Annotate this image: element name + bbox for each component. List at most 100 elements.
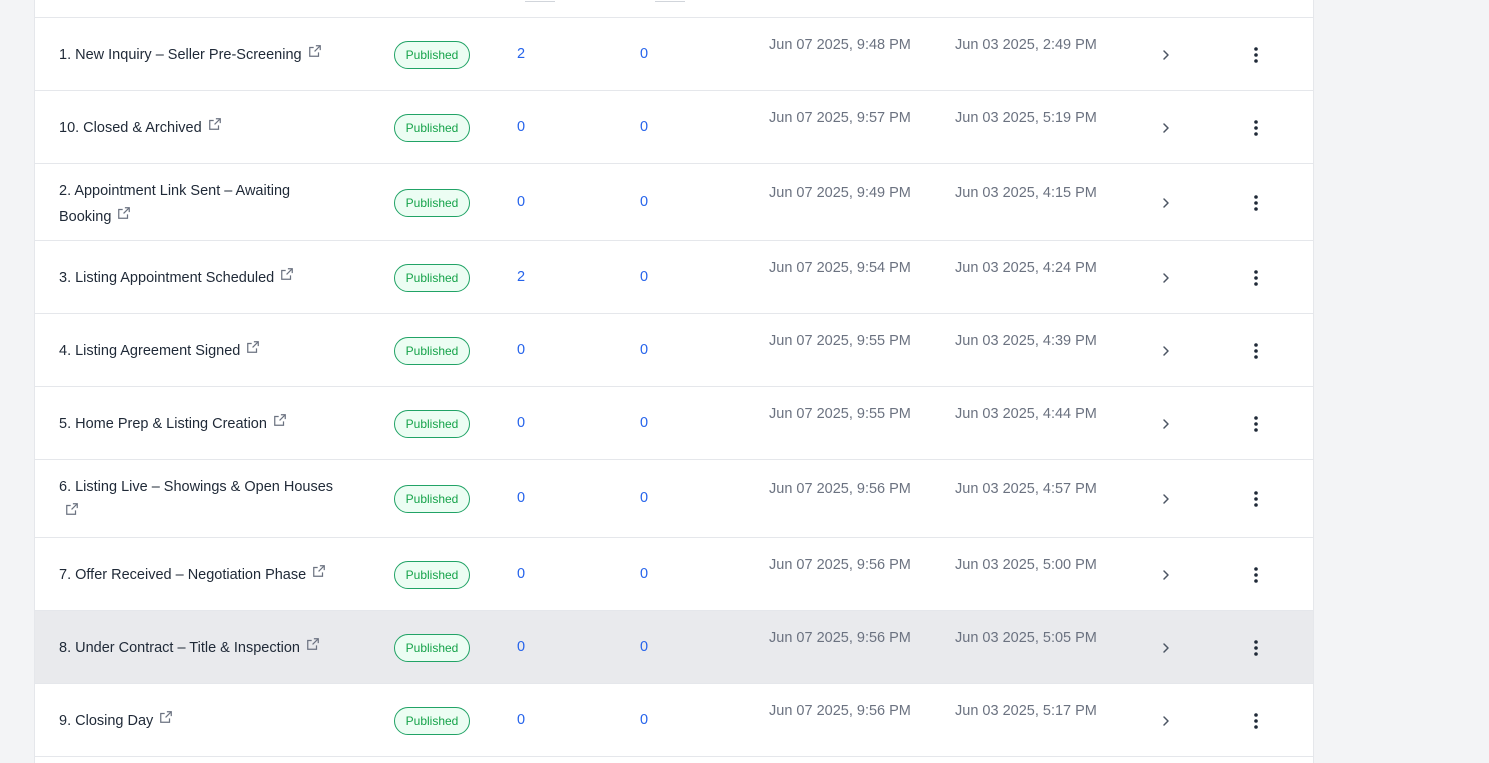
table-row[interactable]: 4. Listing Agreement Signed Published 0 … (35, 314, 1313, 387)
count-link-a[interactable]: 0 (517, 490, 525, 506)
workflow-name[interactable]: 5. Home Prep & Listing Creation (59, 411, 359, 437)
kebab-menu-icon[interactable] (1249, 119, 1263, 137)
table-row[interactable]: 3. Listing Appointment Scheduled Publish… (35, 241, 1313, 314)
header-stub (525, 0, 555, 2)
workflow-name-label[interactable]: 9. Closing Day (59, 713, 153, 729)
created-date: Jun 03 2025, 2:49 PM (955, 36, 1097, 53)
kebab-menu-icon[interactable] (1249, 46, 1263, 64)
table-row[interactable]: 9. Closing Day Published 0 0 Jun 07 2025… (35, 684, 1313, 757)
count-link-b[interactable]: 0 (640, 342, 648, 358)
workflow-name-label[interactable]: 3. Listing Appointment Scheduled (59, 270, 274, 286)
updated-date: Jun 07 2025, 9:55 PM (769, 332, 911, 349)
count-link-b[interactable]: 0 (640, 119, 648, 135)
count-link-a[interactable]: 0 (517, 194, 525, 210)
table-row[interactable]: 8. Under Contract – Title & Inspection P… (35, 611, 1313, 684)
count-link-a[interactable]: 0 (517, 119, 525, 135)
workflows-table: 1. New Inquiry – Seller Pre-Screening Pu… (34, 0, 1314, 763)
count-link-b[interactable]: 0 (640, 46, 648, 62)
external-link-icon[interactable] (273, 411, 287, 426)
updated-date: Jun 07 2025, 9:56 PM (769, 629, 911, 646)
chevron-right-icon[interactable] (1159, 714, 1173, 728)
table-row[interactable]: 2. Appointment Link Sent – Awaiting Book… (35, 164, 1313, 241)
status-badge: Published (394, 706, 470, 735)
chevron-right-icon[interactable] (1159, 344, 1173, 358)
table-row[interactable]: 1. New Inquiry – Seller Pre-Screening Pu… (35, 18, 1313, 91)
external-link-icon[interactable] (65, 500, 79, 515)
count-link-b[interactable]: 0 (640, 566, 648, 582)
kebab-menu-icon[interactable] (1249, 712, 1263, 730)
workflow-name[interactable]: 7. Offer Received – Negotiation Phase (59, 562, 359, 588)
external-link-icon[interactable] (306, 635, 320, 650)
table-row[interactable]: 5. Home Prep & Listing Creation Publishe… (35, 387, 1313, 460)
table-row[interactable]: 6. Listing Live – Showings & Open Houses… (35, 460, 1313, 538)
external-link-icon[interactable] (308, 42, 322, 57)
updated-date: Jun 07 2025, 9:55 PM (769, 405, 911, 422)
kebab-menu-icon[interactable] (1249, 639, 1263, 657)
created-date: Jun 03 2025, 4:15 PM (955, 184, 1097, 201)
kebab-menu-icon[interactable] (1249, 342, 1263, 360)
external-link-icon[interactable] (246, 338, 260, 353)
external-link-icon[interactable] (117, 204, 131, 219)
workflow-name-label[interactable]: 4. Listing Agreement Signed (59, 343, 240, 359)
workflow-name-label[interactable]: 5. Home Prep & Listing Creation (59, 416, 267, 432)
external-link-icon[interactable] (208, 115, 222, 130)
external-link-icon[interactable] (280, 265, 294, 280)
kebab-menu-icon[interactable] (1249, 415, 1263, 433)
count-link-a[interactable]: 0 (517, 566, 525, 582)
status-badge: Published (394, 336, 470, 365)
chevron-right-icon[interactable] (1159, 417, 1173, 431)
count-link-a[interactable]: 0 (517, 415, 525, 431)
table-row[interactable]: 7. Offer Received – Negotiation Phase Pu… (35, 538, 1313, 611)
kebab-menu-icon[interactable] (1249, 194, 1263, 212)
updated-date: Jun 07 2025, 9:54 PM (769, 259, 911, 276)
count-link-a[interactable]: 2 (517, 46, 525, 62)
created-date: Jun 03 2025, 4:44 PM (955, 405, 1097, 422)
chevron-right-icon[interactable] (1159, 568, 1173, 582)
kebab-menu-icon[interactable] (1249, 490, 1263, 508)
table-header (35, 0, 1313, 18)
workflow-name[interactable]: 10. Closed & Archived (59, 115, 359, 141)
kebab-menu-icon[interactable] (1249, 269, 1263, 287)
count-link-b[interactable]: 0 (640, 490, 648, 506)
external-link-icon[interactable] (159, 708, 173, 723)
workflow-name-label[interactable]: 1. New Inquiry – Seller Pre-Screening (59, 47, 302, 63)
workflow-name[interactable]: 3. Listing Appointment Scheduled (59, 265, 359, 291)
workflow-name[interactable]: 2. Appointment Link Sent – Awaiting Book… (59, 179, 309, 230)
chevron-right-icon[interactable] (1159, 196, 1173, 210)
created-date: Jun 03 2025, 4:39 PM (955, 332, 1097, 349)
count-link-a[interactable]: 2 (517, 269, 525, 285)
chevron-right-icon[interactable] (1159, 271, 1173, 285)
count-link-a[interactable]: 0 (517, 342, 525, 358)
workflow-name[interactable]: 9. Closing Day (59, 708, 359, 734)
count-link-b[interactable]: 0 (640, 712, 648, 728)
external-link-icon[interactable] (312, 562, 326, 577)
status-badge: Published (394, 263, 470, 292)
workflow-name[interactable]: 4. Listing Agreement Signed (59, 338, 359, 364)
workflow-name-label[interactable]: 7. Offer Received – Negotiation Phase (59, 567, 306, 583)
updated-date: Jun 07 2025, 9:56 PM (769, 702, 911, 719)
status-badge: Published (394, 485, 470, 513)
workflow-name-label[interactable]: 6. Listing Live – Showings & Open Houses (59, 479, 333, 495)
table-row[interactable]: 10. Closed & Archived Published 0 0 Jun … (35, 91, 1313, 164)
count-link-b[interactable]: 0 (640, 415, 648, 431)
count-link-b[interactable]: 0 (640, 269, 648, 285)
count-link-b[interactable]: 0 (640, 639, 648, 655)
chevron-right-icon[interactable] (1159, 492, 1173, 506)
chevron-right-icon[interactable] (1159, 641, 1173, 655)
count-link-b[interactable]: 0 (640, 194, 648, 210)
header-stub (655, 0, 685, 2)
workflow-name-label[interactable]: 8. Under Contract – Title & Inspection (59, 640, 300, 656)
chevron-right-icon[interactable] (1159, 48, 1173, 62)
workflow-name[interactable]: 8. Under Contract – Title & Inspection (59, 635, 359, 661)
workflow-name[interactable]: 6. Listing Live – Showings & Open Houses (59, 475, 349, 526)
status-badge: Published (394, 633, 470, 662)
status-badge: Published (394, 40, 470, 69)
workflow-name[interactable]: 1. New Inquiry – Seller Pre-Screening (59, 42, 359, 68)
chevron-right-icon[interactable] (1159, 121, 1173, 135)
workflow-name-label[interactable]: 10. Closed & Archived (59, 120, 202, 136)
count-link-a[interactable]: 0 (517, 639, 525, 655)
workflow-name-label[interactable]: 2. Appointment Link Sent – Awaiting Book… (59, 183, 290, 225)
updated-date: Jun 07 2025, 9:56 PM (769, 556, 911, 573)
count-link-a[interactable]: 0 (517, 712, 525, 728)
kebab-menu-icon[interactable] (1249, 566, 1263, 584)
